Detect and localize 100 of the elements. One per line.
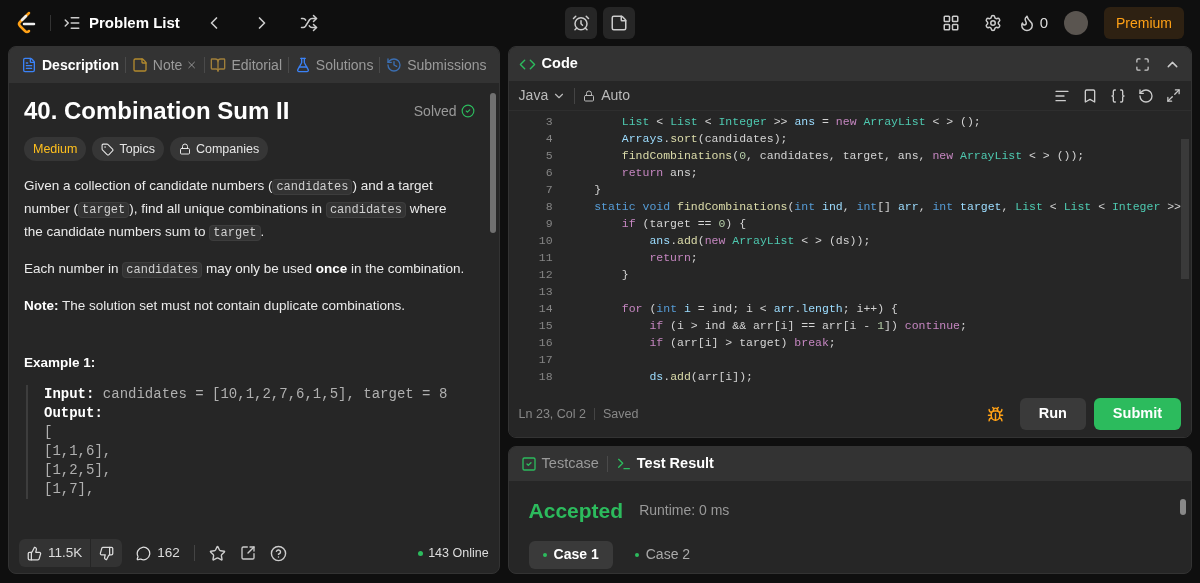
verdict: Accepted [528,498,624,524]
line-number: 11 [537,250,553,266]
code-line: } [593,182,602,198]
note-icon [131,57,148,73]
example-input-text: Input: candidates = [10,1,2,7,6,1,5], target = 8 [44,385,448,404]
code-line: for (int i = ind; i < arr.length; i++) { [620,301,898,317]
line-number: 16 [537,335,553,351]
alarm-clock-icon [572,14,590,32]
note-icon [610,14,628,32]
description-paragraph: Note: The solution set must not contain duplicate combinations. [24,297,406,315]
case-tab[interactable]: Case 2 [620,540,705,569]
lock-icon [583,89,596,102]
code-line: static void findCombinations(int ind, int[] arr, int target, List < List < Integer >> [593,199,1181,215]
auto-mode-button[interactable]: Auto [583,85,630,106]
cursor-position: Ln 23, Col 2 [518,405,586,423]
tag-button[interactable]: Companies [169,137,269,161]
code-line: findCombinations(0, candidates, target, ans, new ArrayList < > ()); [620,148,1085,164]
runtime: Runtime: 0 ms [639,501,730,521]
comment-icon [136,545,152,561]
document-icon [21,57,37,73]
panel-tab[interactable]: Solutions [294,54,374,76]
logo-icon[interactable] [16,11,38,35]
comments-button[interactable]: 162 [136,542,180,564]
line-number: 18 [537,369,553,385]
panel-title: Code [541,54,578,74]
check-circle-icon [460,104,475,118]
language-dropdown[interactable]: Java [518,85,567,106]
note-button[interactable] [603,7,635,39]
panel-tab[interactable]: Submissions [386,54,487,76]
code-line: ans.add(new ArrayList < > (ds)); [648,233,871,249]
code-line: ds.add(arr[i]); [648,369,753,385]
difficulty-tag[interactable]: Medium [24,137,87,161]
line-number: 12 [537,267,553,283]
example-title: Example 1: [24,354,97,372]
checkbox-icon [520,456,537,472]
line-number: 17 [537,352,553,368]
bug-icon[interactable] [986,405,1004,423]
solved-label: Solved [413,101,457,121]
flask-icon [294,57,311,73]
expand-icon[interactable] [1166,88,1181,103]
braces-icon[interactable] [1110,87,1126,104]
help-icon[interactable] [269,544,287,562]
settings-icon[interactable] [983,14,1002,32]
code-line: if (target == 0) { [620,216,747,232]
line-number: 7 [544,182,553,198]
output-line: [1,2,5], [44,461,112,480]
save-status: Saved [603,405,639,423]
code-line: return; [648,250,698,266]
output-line: [1,7], [44,480,95,499]
description-paragraph: Given a collection of candidate numbers ( candidates ) and a target number ( target ), find all unique combinations in candidates where the candidate numbers sum to target . [24,177,448,243]
star-icon[interactable] [208,544,226,562]
code-line: } [620,267,629,283]
code-line: return ans; [620,165,698,181]
tag-button[interactable]: Topics [92,137,164,161]
run-button[interactable]: Run [1019,398,1086,430]
code-line: List < List < Integer >> ans = new ArrayList < > (); [620,114,981,130]
panel-tab[interactable]: Testcase [520,453,599,475]
online-count: 143 Online [428,544,489,562]
line-number: 3 [544,114,553,130]
line-number: 5 [544,148,553,164]
line-number: 10 [537,233,553,249]
line-number: 13 [537,284,553,300]
avatar[interactable] [1064,11,1088,35]
maximize-icon[interactable] [1135,56,1150,72]
terminal-icon [615,456,632,472]
line-number: 14 [537,301,553,317]
history-icon [386,57,403,73]
premium-button[interactable]: Premium [1104,7,1184,39]
output-label: Output: [44,404,103,423]
line-number: 4 [544,131,553,147]
problem-title: 40. Combination Sum II [24,96,290,126]
description-paragraph: Each number in candidates may only be used once in the combination. [24,260,466,280]
panel-tab[interactable]: Test Result [615,453,714,475]
panel-tab[interactable]: Editorial [210,54,282,76]
code-line: Arrays.sort(candidates); [620,131,788,147]
grid-icon[interactable] [941,14,960,32]
timer-button[interactable] [565,7,597,39]
panel-tab[interactable]: Description [21,54,119,76]
shuffle-icon[interactable] [299,14,318,32]
code-line: if (arr[i] > target) break; [648,335,836,351]
code-line: if (i > ind && arr[i] == arr[i - 1]) continue; [648,318,967,334]
line-number: 9 [544,216,553,232]
output-line: [ [44,423,53,442]
problem-list-button[interactable]: Problem List [63,11,180,35]
output-line: [1,1,6], [44,442,112,461]
case-tab[interactable]: Case 1 [528,540,613,569]
streak-count: 0 [1039,12,1048,33]
line-number: 8 [544,199,553,215]
tag-icon [101,142,115,156]
panel-tab[interactable]: Note [131,54,183,76]
reset-icon[interactable] [1138,87,1154,104]
book-icon [210,57,227,73]
bookmark-icon[interactable] [1082,87,1098,104]
line-number: 15 [537,318,553,334]
line-number: 6 [544,165,553,181]
list-icon [63,14,81,32]
lock-icon [178,143,191,155]
thumbs-up-icon [27,545,42,561]
thumbs-down-icon[interactable] [99,545,115,561]
share-icon[interactable] [239,545,256,561]
